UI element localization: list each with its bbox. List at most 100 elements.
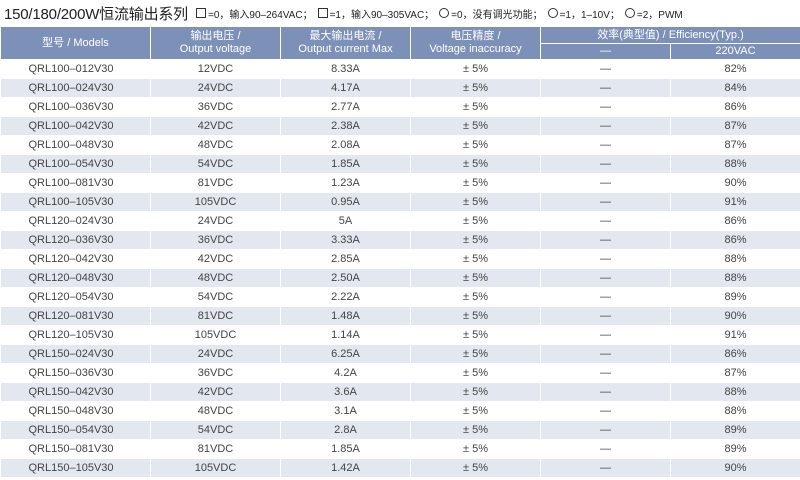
efficiency-cell: 91% [670, 192, 800, 212]
accuracy-cell: ± 5% [410, 268, 541, 288]
efficiency-dash-cell: — [540, 287, 671, 307]
accuracy-cell: ± 5% [410, 211, 541, 231]
table-row: QRL150–054V30 54VDC 2.8A ± 5% —89% [0, 420, 800, 440]
voltage-cell: 105VDC [150, 192, 281, 212]
current-cell: 4.2A [280, 363, 411, 383]
voltage-cell: 42VDC [150, 249, 281, 269]
legend-item: =0，输入90–264VAC； [195, 6, 313, 21]
efficiency-dash-cell: — [540, 78, 671, 98]
efficiency-cell: 87% [670, 116, 800, 136]
header-efficiency-dash: — [540, 43, 671, 60]
accuracy-cell: ± 5% [410, 401, 541, 421]
efficiency-cell: 89% [670, 287, 800, 307]
table-row: QRL120–042V30 42VDC 2.85A ± 5% —88% [0, 249, 800, 269]
efficiency-cell: 87% [670, 363, 800, 383]
efficiency-dash-cell: — [540, 344, 671, 364]
efficiency-dash-cell: — [540, 268, 671, 288]
model-cell: QRL100–012V30 [0, 59, 151, 79]
model-cell: QRL100–081V30 [0, 173, 151, 193]
square-checkbox-icon [195, 8, 206, 18]
current-cell: 0.95A [280, 192, 411, 212]
table-row: QRL100–048V30 48VDC 2.08A ± 5% —87% [0, 135, 800, 155]
efficiency-dash-cell: — [540, 135, 671, 155]
efficiency-dash-cell: — [540, 173, 671, 193]
efficiency-dash-cell: — [540, 154, 671, 174]
efficiency-dash-cell: — [540, 97, 671, 117]
accuracy-cell: ± 5% [410, 97, 541, 117]
efficiency-dash-cell: — [540, 211, 671, 231]
table-body: QRL100–012V30 12VDC 8.33A ± 5% —82% QRL100–02… [0, 59, 800, 478]
current-cell: 1.85A [280, 439, 411, 459]
circle-option-icon [547, 8, 558, 18]
current-cell: 2.50A [280, 268, 411, 288]
page-header: 150/180/200W恒流输出系列 =0，输入90–264VAC； =1，输入… [0, 0, 800, 26]
model-cell: QRL150–036V30 [0, 363, 151, 383]
table-row: QRL100–024V30 24VDC 4.17A ± 5% —84% [0, 78, 800, 98]
table-row: QRL150–036V30 36VDC 4.2A ± 5% —87% [0, 363, 800, 383]
model-cell: QRL150–048V30 [0, 401, 151, 421]
voltage-cell: 24VDC [150, 344, 281, 364]
table-row: QRL150–042V30 42VDC 3.6A ± 5% —88% [0, 382, 800, 402]
table-row: QRL150–024V30 24VDC 6.25A ± 5% —86% [0, 344, 800, 364]
efficiency-cell: 86% [670, 211, 800, 231]
circle-option-icon [624, 8, 635, 18]
voltage-cell: 105VDC [150, 325, 281, 345]
accuracy-cell: ± 5% [410, 306, 541, 326]
efficiency-dash-cell: — [540, 59, 671, 79]
voltage-cell: 105VDC [150, 458, 281, 478]
model-cell: QRL120–036V30 [0, 230, 151, 250]
current-cell: 2.77A [280, 97, 411, 117]
current-cell: 3.1A [280, 401, 411, 421]
voltage-cell: 24VDC [150, 78, 281, 98]
accuracy-cell: ± 5% [410, 192, 541, 212]
efficiency-dash-cell: — [540, 458, 671, 478]
current-cell: 8.33A [280, 59, 411, 79]
current-cell: 2.38A [280, 116, 411, 136]
efficiency-cell: 82% [670, 59, 800, 79]
page-title: 150/180/200W恒流输出系列 [4, 5, 188, 23]
current-cell: 2.85A [280, 249, 411, 269]
efficiency-cell: 89% [670, 439, 800, 459]
table-row: QRL100–081V30 81VDC 1.23A ± 5% —90% [0, 173, 800, 193]
accuracy-cell: ± 5% [410, 439, 541, 459]
efficiency-dash-cell: — [540, 249, 671, 269]
efficiency-dash-cell: — [540, 420, 671, 440]
current-cell: 6.25A [280, 344, 411, 364]
header-models: 型号 / Models [0, 26, 151, 60]
header-output-voltage: 输出电压 / Output voltage [150, 26, 281, 60]
spec-table: 型号 / Models 输出电压 / Output voltage 最大输出电流 … [0, 26, 800, 478]
accuracy-cell: ± 5% [410, 78, 541, 98]
current-cell: 5A [280, 211, 411, 231]
accuracy-cell: ± 5% [410, 249, 541, 269]
table-row: QRL100–012V30 12VDC 8.33A ± 5% —82% [0, 59, 800, 79]
square-checkbox-icon [317, 8, 328, 18]
header-voltage-inaccuracy: 电压精度 / Voltage inaccuracy [410, 26, 541, 60]
circle-option-icon [439, 8, 450, 18]
table-row: QRL100–042V30 42VDC 2.38A ± 5% —87% [0, 116, 800, 136]
model-cell: QRL120–048V30 [0, 268, 151, 288]
efficiency-cell: 86% [670, 344, 800, 364]
table-row: QRL120–081V30 81VDC 1.48A ± 5% —90% [0, 306, 800, 326]
model-cell: QRL150–081V30 [0, 439, 151, 459]
model-cell: QRL150–054V30 [0, 420, 151, 440]
table-header: 型号 / Models 输出电压 / Output voltage 最大输出电流 … [0, 26, 800, 60]
model-cell: QRL120–042V30 [0, 249, 151, 269]
voltage-cell: 36VDC [150, 363, 281, 383]
efficiency-cell: 90% [670, 458, 800, 478]
voltage-cell: 81VDC [150, 306, 281, 326]
efficiency-cell: 90% [670, 306, 800, 326]
model-cell: QRL100–024V30 [0, 78, 151, 98]
table-row: QRL120–048V30 48VDC 2.50A ± 5% —88% [0, 268, 800, 288]
voltage-cell: 24VDC [150, 211, 281, 231]
accuracy-cell: ± 5% [410, 154, 541, 174]
voltage-cell: 54VDC [150, 154, 281, 174]
efficiency-dash-cell: — [540, 382, 671, 402]
efficiency-cell: 90% [670, 173, 800, 193]
current-cell: 2.22A [280, 287, 411, 307]
header-output-current: 最大输出电流 / Output current Max [280, 26, 411, 60]
accuracy-cell: ± 5% [410, 287, 541, 307]
accuracy-cell: ± 5% [410, 116, 541, 136]
table-row: QRL150–081V30 81VDC 1.85A ± 5% —89% [0, 439, 800, 459]
voltage-cell: 54VDC [150, 420, 281, 440]
table-row: QRL120–024V30 24VDC 5A ± 5% —86% [0, 211, 800, 231]
